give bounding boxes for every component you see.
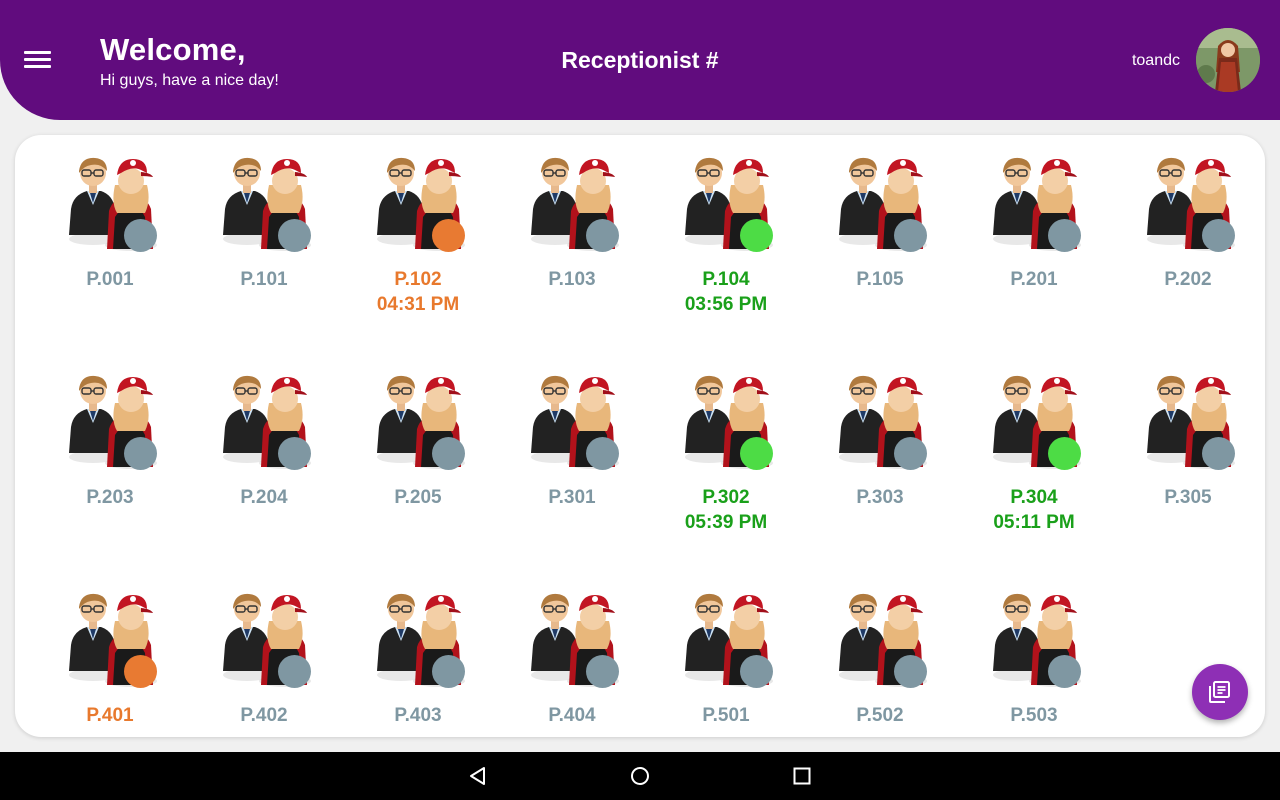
status-dot: [586, 219, 619, 252]
room-tile[interactable]: P.103: [495, 135, 649, 315]
library-books-icon: [1209, 681, 1230, 703]
room-tile[interactable]: P.102 04:31 PM: [341, 135, 495, 315]
android-nav-bar: [0, 752, 1280, 800]
room-tile[interactable]: P.205: [341, 353, 495, 533]
room-tile[interactable]: P.104 03:56 PM: [649, 135, 803, 315]
room-time: 05:39 PM: [684, 512, 768, 533]
status-dot: [432, 219, 465, 252]
room-tile[interactable]: P.202: [1111, 135, 1265, 315]
status-dot: [586, 655, 619, 688]
status-dot: [124, 437, 157, 470]
room-tile[interactable]: P.301: [495, 353, 649, 533]
status-dot: [1048, 219, 1081, 252]
room-tile[interactable]: P.404: [495, 571, 649, 751]
room-tile[interactable]: P.302 05:39 PM: [649, 353, 803, 533]
user-avatar[interactable]: [1196, 28, 1260, 92]
square-recents-icon: [793, 767, 811, 785]
status-dot: [894, 655, 927, 688]
status-dot: [740, 219, 773, 252]
room-tile[interactable]: P.401: [33, 571, 187, 751]
app-header: Welcome, Hi guys, have a nice day! Recep…: [0, 0, 1280, 120]
room-tile[interactable]: P.201: [957, 135, 1111, 315]
room-tile[interactable]: P.501: [649, 571, 803, 751]
circle-home-icon: [631, 767, 649, 785]
status-dot: [1202, 437, 1235, 470]
room-tile[interactable]: P.203: [33, 353, 187, 533]
status-dot: [278, 655, 311, 688]
username: toandc: [1131, 52, 1180, 69]
room-tile[interactable]: P.403: [341, 571, 495, 751]
status-dot: [1048, 655, 1081, 688]
app: Welcome, Hi guys, have a nice day! Recep…: [0, 0, 1280, 800]
status-dot: [278, 219, 311, 252]
rooms-card: P.001 P.101 P.102 04:31 PM P.103 P.104 0…: [15, 135, 1265, 737]
status-dot: [124, 655, 157, 688]
room-label: P.503: [1010, 705, 1058, 726]
room-label: P.305: [1164, 487, 1212, 508]
welcome-subtitle: Hi guys, have a nice day!: [100, 72, 279, 89]
status-dot: [894, 437, 927, 470]
room-tile[interactable]: P.402: [187, 571, 341, 751]
status-dot: [278, 437, 311, 470]
status-dot: [740, 655, 773, 688]
room-tile[interactable]: P.101: [187, 135, 341, 315]
status-dot: [124, 219, 157, 252]
nav-home-button[interactable]: [628, 764, 652, 788]
status-dot: [740, 437, 773, 470]
status-dot: [586, 437, 619, 470]
status-dot: [432, 655, 465, 688]
room-tile[interactable]: P.305: [1111, 353, 1265, 533]
room-tile[interactable]: P.503: [957, 571, 1111, 751]
status-dot: [1048, 437, 1081, 470]
nav-recents-button[interactable]: [790, 764, 814, 788]
avatar-photo: [1196, 28, 1260, 92]
status-dot: [894, 219, 927, 252]
room-tile[interactable]: P.001: [33, 135, 187, 315]
status-dot: [1202, 219, 1235, 252]
room-label: P.202: [1164, 269, 1212, 290]
room-tile[interactable]: P.105: [803, 135, 957, 315]
fab-button[interactable]: [1192, 664, 1248, 720]
room-tile[interactable]: P.502: [803, 571, 957, 751]
nav-back-button[interactable]: [466, 764, 490, 788]
triangle-back-icon: [470, 767, 485, 785]
page-title: Receptionist #: [561, 47, 719, 73]
room-tile[interactable]: P.204: [187, 353, 341, 533]
room-time: 05:11 PM: [993, 512, 1075, 533]
room-time: 04:31 PM: [376, 294, 460, 315]
rooms-grid: P.001 P.101 P.102 04:31 PM P.103 P.104 0…: [15, 135, 1265, 737]
room-tile[interactable]: P.304 05:11 PM: [957, 353, 1111, 533]
room-time: 03:56 PM: [684, 294, 768, 315]
room-tile[interactable]: P.303: [803, 353, 957, 533]
status-dot: [432, 437, 465, 470]
